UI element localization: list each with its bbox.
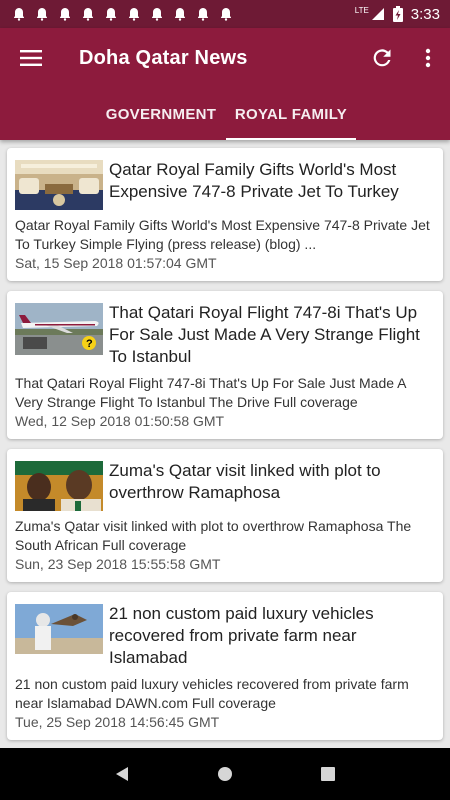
clock: 3:33 xyxy=(410,5,440,23)
tab-bar: GOVERNMENT ROYAL FAMILY xyxy=(0,88,450,140)
article-date: Sat, 15 Sep 2018 01:57:04 GMT xyxy=(15,255,217,271)
status-bar: LTE 3:33 xyxy=(0,0,450,28)
people-image xyxy=(15,461,103,511)
battery-charging-icon xyxy=(392,6,403,22)
recents-square-icon xyxy=(321,767,336,781)
recents-button[interactable] xyxy=(308,754,348,794)
article-headline[interactable]: 21 non custom paid luxury vehicles recov… xyxy=(109,603,435,669)
menu-button[interactable] xyxy=(0,28,62,88)
notification-icon xyxy=(37,8,47,21)
jet-interior-image xyxy=(15,160,103,210)
app-bar: Doha Qatar News GOVERNMENT ROYAL FAMILY xyxy=(0,28,450,140)
article-date: Sun, 23 Sep 2018 15:55:58 GMT xyxy=(15,556,221,572)
notification-icon xyxy=(152,8,162,21)
svg-text:?: ? xyxy=(86,338,93,350)
notification-icon xyxy=(83,8,93,21)
tab-label: GOVERNMENT xyxy=(105,105,217,123)
notification-icon xyxy=(221,8,231,21)
hamburger-menu-icon xyxy=(20,50,42,66)
back-triangle-icon xyxy=(115,767,128,781)
news-card[interactable]: Zuma's Qatar visit linked with plot to o… xyxy=(7,449,443,582)
article-date: Tue, 25 Sep 2018 14:56:45 GMT xyxy=(15,714,220,730)
home-circle-icon xyxy=(217,767,232,781)
article-snippet: 21 non custom paid luxury vehicles recov… xyxy=(15,676,409,711)
network-type-label: LTE xyxy=(354,5,369,15)
app-title: Doha Qatar News xyxy=(79,46,248,69)
notification-icon xyxy=(175,8,185,21)
news-card[interactable]: 21 non custom paid luxury vehicles recov… xyxy=(7,592,443,740)
back-button[interactable] xyxy=(102,754,142,794)
article-date: Wed, 12 Sep 2018 01:50:58 GMT xyxy=(15,413,225,429)
article-headline[interactable]: Zuma's Qatar visit linked with plot to o… xyxy=(109,460,435,511)
news-feed[interactable]: Qatar Royal Family Gifts World's Most Ex… xyxy=(0,140,450,748)
tab-government[interactable]: GOVERNMENT xyxy=(0,88,226,140)
notification-icon xyxy=(60,8,70,21)
news-card[interactable]: Qatar Royal Family Gifts World's Most Ex… xyxy=(7,148,443,281)
notification-icon xyxy=(129,8,139,21)
system-navigation-bar xyxy=(0,748,450,800)
article-headline[interactable]: Qatar Royal Family Gifts World's Most Ex… xyxy=(109,159,435,210)
tab-label: ROYAL FAMILY xyxy=(234,105,348,123)
signal-icon xyxy=(371,8,384,20)
article-snippet: Qatar Royal Family Gifts World's Most Ex… xyxy=(15,217,430,252)
notification-icon xyxy=(14,8,24,21)
home-button[interactable] xyxy=(205,754,245,794)
refresh-button[interactable] xyxy=(358,28,406,88)
article-headline[interactable]: That Qatari Royal Flight 747-8i That's U… xyxy=(109,302,435,368)
notification-icon xyxy=(198,8,208,21)
refresh-icon xyxy=(373,49,391,67)
news-card[interactable]: ? That Qatari Royal Flight 747-8i That's… xyxy=(7,291,443,439)
toolbar: Doha Qatar News xyxy=(0,28,450,88)
airplane-image: ? xyxy=(15,303,103,355)
more-vertical-icon xyxy=(425,48,431,68)
notification-icons xyxy=(12,7,233,21)
more-options-button[interactable] xyxy=(406,28,450,88)
tab-royal-family[interactable]: ROYAL FAMILY xyxy=(226,88,356,140)
article-snippet: That Qatari Royal Flight 747-8i That's U… xyxy=(15,375,406,410)
falconer-image xyxy=(15,604,103,654)
notification-icon xyxy=(106,8,116,21)
article-snippet: Zuma's Qatar visit linked with plot to o… xyxy=(15,518,412,553)
